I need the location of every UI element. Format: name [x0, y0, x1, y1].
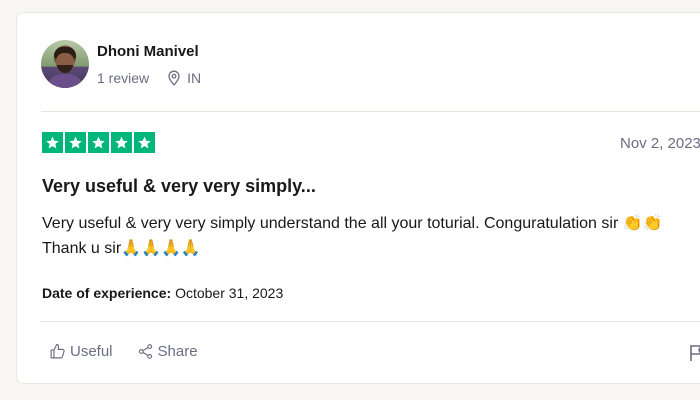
review-title[interactable]: Very useful & very very simply...	[42, 176, 316, 197]
star-icon	[88, 132, 109, 153]
reviewer-header: Dhoni Manivel 1 review IN	[41, 40, 201, 88]
experience-date: October 31, 2023	[175, 285, 284, 301]
star-icon	[65, 132, 86, 153]
review-card: Dhoni Manivel 1 review IN Nov 2, 2023 Ve…	[16, 12, 700, 384]
star-rating	[42, 132, 157, 153]
reviewer-location: IN	[167, 70, 201, 86]
thumbs-up-icon	[50, 343, 65, 359]
star-icon	[111, 132, 132, 153]
avatar[interactable]	[41, 40, 89, 88]
review-actions: Useful Share	[49, 343, 198, 360]
reviewer-name[interactable]: Dhoni Manivel	[97, 42, 201, 62]
useful-button[interactable]: Useful	[49, 343, 113, 360]
reviewer-meta: 1 review IN	[97, 70, 201, 86]
star-icon	[42, 132, 63, 153]
reviewer-info: Dhoni Manivel 1 review IN	[97, 42, 201, 86]
divider	[41, 111, 700, 112]
share-button[interactable]: Share	[137, 343, 198, 360]
country-code: IN	[187, 70, 202, 86]
date-of-experience: Date of experience: October 31, 2023	[42, 285, 283, 301]
review-text: Very useful & very very simply understan…	[42, 215, 663, 257]
share-icon	[138, 344, 152, 359]
review-count: 1 review	[97, 70, 150, 86]
divider	[41, 321, 700, 322]
useful-label: Useful	[70, 343, 113, 360]
star-icon	[134, 132, 155, 153]
experience-label: Date of experience:	[42, 285, 172, 301]
share-label: Share	[157, 343, 198, 360]
review-date: Nov 2, 2023	[620, 135, 700, 152]
flag-icon[interactable]	[689, 344, 700, 362]
location-pin-icon	[168, 70, 180, 86]
